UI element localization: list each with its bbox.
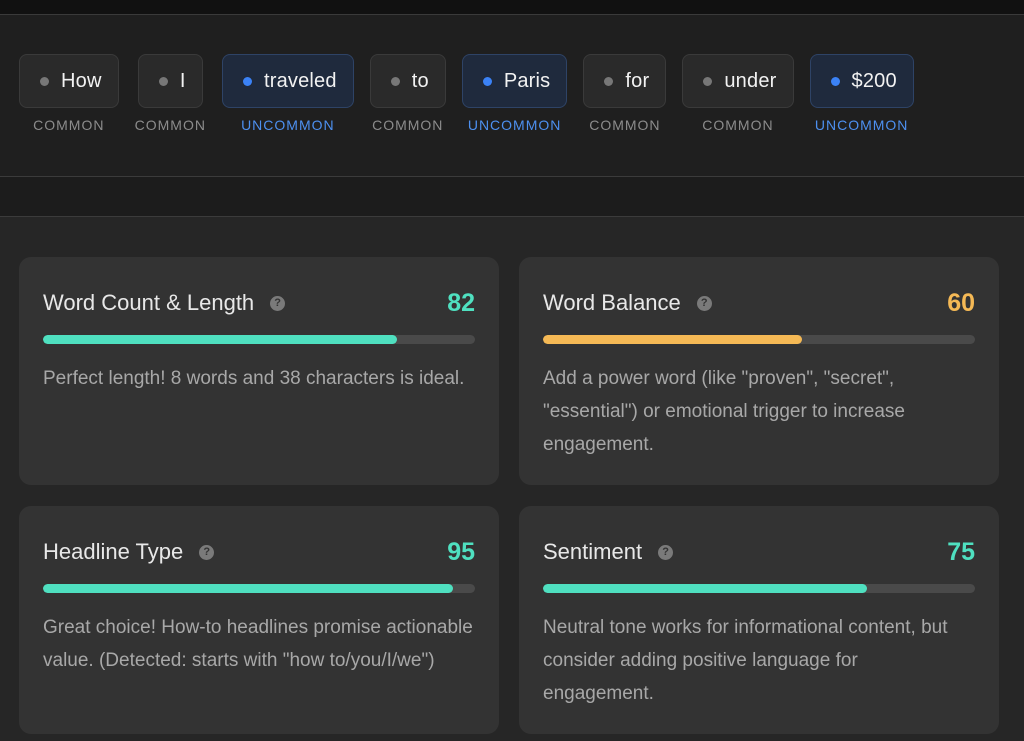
card-description: Neutral tone works for informational con… bbox=[543, 617, 948, 704]
token-4: Paris UNCOMMON bbox=[461, 54, 568, 133]
word-rarity-tag: COMMON bbox=[589, 117, 661, 133]
card-header: Sentiment ? 75 bbox=[543, 536, 975, 568]
token-3: to COMMON bbox=[369, 54, 446, 133]
card-score: 82 bbox=[447, 288, 475, 317]
card-description: Great choice! How-to headlines promise a… bbox=[43, 617, 473, 671]
word-chip[interactable]: to bbox=[369, 54, 446, 108]
word-chip[interactable]: traveled bbox=[221, 54, 354, 108]
word-rarity-tag: COMMON bbox=[372, 117, 444, 133]
card-title: Word Count & Length bbox=[43, 290, 255, 315]
card-header: Word Balance ? 60 bbox=[543, 287, 975, 319]
card-headline-type: Headline Type ? 95 Great choice! How-to … bbox=[19, 506, 499, 734]
token-0: How COMMON bbox=[19, 54, 119, 133]
card-score: 75 bbox=[947, 537, 975, 566]
card-word-count-length: Word Count & Length ? 82 Perfect length!… bbox=[19, 257, 499, 485]
word-rarity-tag: UNCOMMON bbox=[467, 117, 562, 133]
card-word-balance: Word Balance ? 60 Add a power word (like… bbox=[519, 257, 999, 485]
token-7: $200 UNCOMMON bbox=[809, 54, 914, 133]
dot-icon bbox=[703, 76, 713, 86]
word-rarity-tag: COMMON bbox=[702, 117, 774, 133]
dot-icon bbox=[40, 76, 49, 86]
card-header: Headline Type ? 95 bbox=[43, 536, 475, 568]
token-1: I COMMON bbox=[135, 54, 206, 133]
card-title: Headline Type bbox=[43, 539, 184, 564]
card-sentiment: Sentiment ? 75 Neutral tone works for in… bbox=[519, 506, 999, 734]
token-6: under COMMON bbox=[682, 54, 794, 133]
word-chip[interactable]: Paris bbox=[461, 54, 568, 108]
top-strip bbox=[0, 0, 1024, 15]
word-text: $200 bbox=[851, 69, 897, 92]
word-rarity-tag: UNCOMMON bbox=[241, 117, 335, 133]
word-text: I bbox=[179, 69, 186, 92]
question-circle-icon[interactable]: ? bbox=[696, 295, 712, 311]
word-rarity-tag: COMMON bbox=[134, 117, 206, 133]
dot-icon bbox=[604, 76, 614, 86]
card-score: 95 bbox=[447, 537, 475, 566]
token-2: traveled UNCOMMON bbox=[221, 54, 354, 133]
word-text: for bbox=[625, 69, 650, 92]
word-rarity-tag: COMMON bbox=[33, 117, 105, 133]
word-text: Paris bbox=[503, 69, 551, 92]
word-text: under bbox=[724, 69, 777, 92]
score-cards-grid: Word Count & Length ? 82 Perfect length!… bbox=[19, 257, 999, 734]
progress-bar bbox=[543, 335, 975, 344]
word-text: How bbox=[61, 69, 102, 92]
token-row: How COMMON I COMMON traveled UNCOMMON to… bbox=[19, 54, 930, 133]
word-chip[interactable]: I bbox=[137, 54, 203, 108]
dot-icon bbox=[830, 76, 840, 86]
dot-icon bbox=[482, 76, 492, 86]
question-circle-icon[interactable]: ? bbox=[199, 544, 215, 560]
card-description: Add a power word (like "proven", "secret… bbox=[543, 368, 905, 455]
card-score: 60 bbox=[947, 288, 975, 317]
progress-bar bbox=[43, 584, 475, 593]
word-chip[interactable]: for bbox=[583, 54, 667, 108]
progress-bar bbox=[43, 335, 475, 344]
word-chip[interactable]: under bbox=[682, 54, 794, 108]
dot-icon bbox=[158, 76, 168, 86]
progress-bar bbox=[543, 584, 975, 593]
word-chip[interactable]: How bbox=[19, 54, 119, 108]
progress-fill bbox=[543, 584, 867, 593]
progress-fill bbox=[543, 335, 803, 344]
dot-icon bbox=[390, 76, 400, 86]
word-text: traveled bbox=[263, 69, 337, 92]
question-circle-icon[interactable]: ? bbox=[270, 295, 286, 311]
card-header: Word Count & Length ? 82 bbox=[43, 287, 475, 319]
card-title: Word Balance bbox=[543, 290, 681, 315]
word-chip[interactable]: $200 bbox=[809, 54, 914, 108]
word-rarity-tag: UNCOMMON bbox=[814, 117, 909, 133]
progress-fill bbox=[43, 335, 398, 344]
card-description: Perfect length! 8 words and 38 character… bbox=[43, 368, 465, 389]
word-text: to bbox=[411, 69, 429, 92]
dot-icon bbox=[242, 76, 252, 86]
progress-fill bbox=[43, 584, 454, 593]
section-divider bbox=[0, 177, 1024, 217]
word-breakdown-panel: How COMMON I COMMON traveled UNCOMMON to… bbox=[0, 15, 1024, 177]
card-title: Sentiment bbox=[543, 539, 643, 564]
question-circle-icon[interactable]: ? bbox=[658, 544, 674, 560]
token-5: for COMMON bbox=[583, 54, 667, 133]
